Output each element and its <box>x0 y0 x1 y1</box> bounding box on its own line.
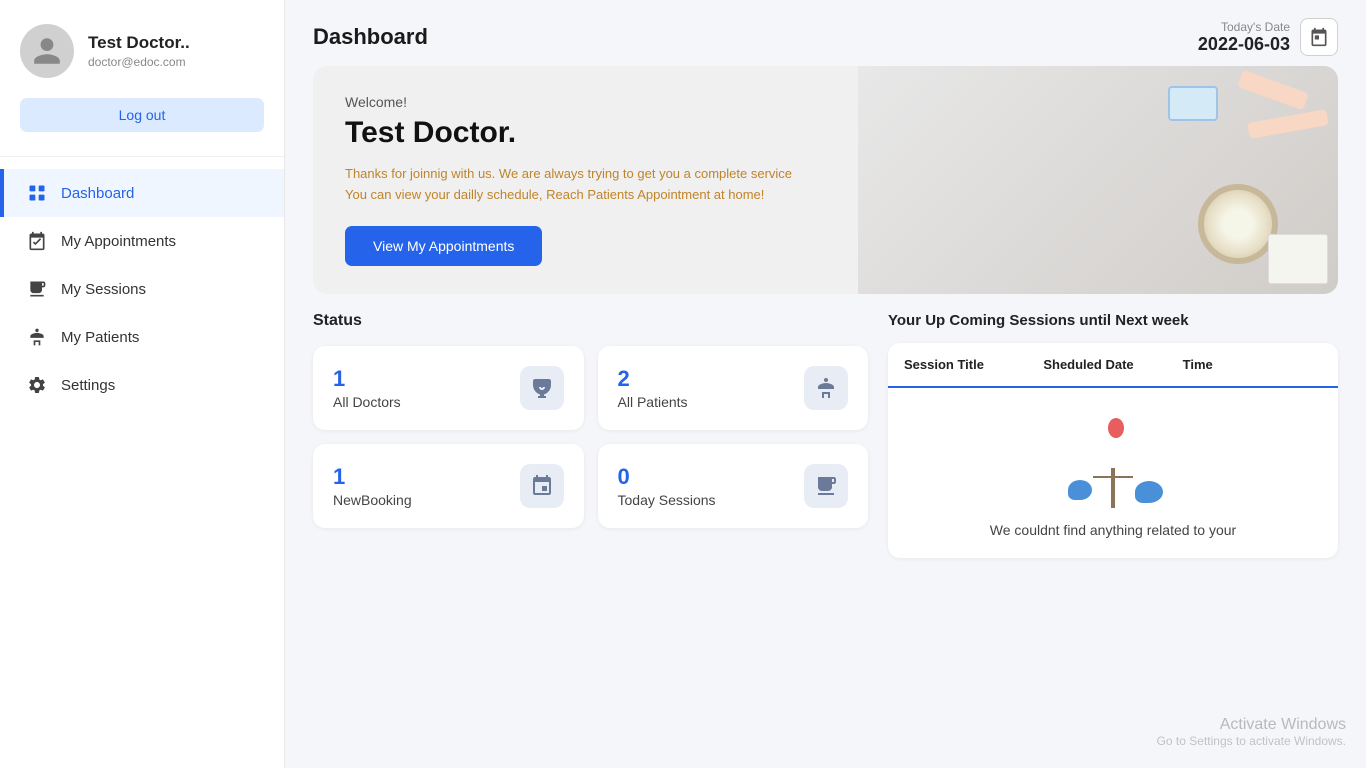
user-info: Test Doctor.. doctor@edoc.com <box>88 33 190 69</box>
supply-bandage2 <box>1247 109 1329 139</box>
status-panel: Status 1 All Doctors <box>313 312 868 748</box>
banner-welcome: Welcome! <box>345 94 826 110</box>
logout-button[interactable]: Log out <box>20 98 264 132</box>
patients-icon <box>26 326 48 348</box>
status-grid: 1 All Doctors 2 All Patients <box>313 346 868 528</box>
dashboard-icon <box>26 182 48 204</box>
status-card-patients: 2 All Patients <box>598 346 869 430</box>
session-icon-box <box>804 464 848 508</box>
supply-gauze <box>1268 234 1328 284</box>
stat-number-today-sessions: 0 <box>618 464 716 490</box>
sidebar-item-sessions[interactable]: My Sessions <box>0 265 284 313</box>
sidebar-item-label-dashboard: Dashboard <box>61 185 134 202</box>
banner-image <box>858 66 1339 294</box>
bird2 <box>1135 481 1163 503</box>
stat-number-booking: 1 <box>333 464 412 490</box>
tree-branch <box>1093 476 1133 478</box>
user-name: Test Doctor.. <box>88 33 190 53</box>
page-title: Dashboard <box>313 24 428 50</box>
sessions-panel: Your Up Coming Sessions until Next week … <box>888 312 1338 748</box>
sessions-empty-text: We couldnt find anything related to your <box>990 522 1236 538</box>
avatar <box>20 24 74 78</box>
doctor-icon <box>530 376 554 400</box>
sidebar-item-settings[interactable]: Settings <box>0 361 284 409</box>
stat-number-patients: 2 <box>618 366 688 392</box>
banner-description: Thanks for joinnig with us. We are alway… <box>345 164 826 206</box>
stat-label-doctors: All Doctors <box>333 394 401 410</box>
stat-number-doctors: 1 <box>333 366 401 392</box>
supply-bandage1 <box>1237 70 1309 111</box>
col-scheduled-date: Sheduled Date <box>1043 357 1182 372</box>
session-icon <box>814 474 838 498</box>
status-card-booking: 1 NewBooking <box>313 444 584 528</box>
sidebar-divider <box>0 156 284 157</box>
status-title: Status <box>313 312 868 330</box>
col-time: Time <box>1183 357 1322 372</box>
user-section: Test Doctor.. doctor@edoc.com <box>0 0 284 98</box>
sidebar-item-appointments[interactable]: My Appointments <box>0 217 284 265</box>
col-session-title: Session Title <box>904 357 1043 372</box>
supply-box <box>1168 86 1218 121</box>
date-label: Today's Date <box>1198 20 1290 34</box>
calendar-button[interactable] <box>1300 18 1338 56</box>
balloon <box>1108 418 1124 438</box>
empty-illustration <box>1058 418 1168 508</box>
tree-trunk <box>1111 468 1115 508</box>
banner-content: Welcome! Test Doctor. Thanks for joinnig… <box>313 66 858 294</box>
calendar-icon <box>1309 27 1329 47</box>
sidebar-item-label-appointments: My Appointments <box>61 233 176 250</box>
booking-icon <box>530 474 554 498</box>
appointments-icon <box>26 230 48 252</box>
supply-tape <box>1198 184 1278 264</box>
bottom-section: Status 1 All Doctors <box>285 312 1366 768</box>
stat-label-today-sessions: Today Sessions <box>618 492 716 508</box>
settings-icon <box>26 374 48 396</box>
bird1 <box>1068 480 1092 500</box>
sidebar-item-patients[interactable]: My Patients <box>0 313 284 361</box>
stat-label-patients: All Patients <box>618 394 688 410</box>
banner-name: Test Doctor. <box>345 116 826 150</box>
welcome-banner: Welcome! Test Doctor. Thanks for joinnig… <box>313 66 1338 294</box>
sessions-empty: We couldnt find anything related to your <box>888 388 1338 558</box>
sidebar-item-label-settings: Settings <box>61 377 115 394</box>
sidebar-item-label-sessions: My Sessions <box>61 281 146 298</box>
user-email: doctor@edoc.com <box>88 55 190 69</box>
sidebar-item-dashboard[interactable]: Dashboard <box>0 169 284 217</box>
sessions-table-header: Session Title Sheduled Date Time <box>888 343 1338 388</box>
date-value: 2022-06-03 <box>1198 34 1290 55</box>
sidebar: Test Doctor.. doctor@edoc.com Log out Da… <box>0 0 285 768</box>
sessions-table: Session Title Sheduled Date Time We coul… <box>888 343 1338 558</box>
main-header: Dashboard Today's Date 2022-06-03 <box>285 0 1366 66</box>
main-content: Dashboard Today's Date 2022-06-03 Welcom… <box>285 0 1366 768</box>
view-appointments-button[interactable]: View My Appointments <box>345 226 542 266</box>
date-area: Today's Date 2022-06-03 <box>1198 18 1338 56</box>
status-card-today-sessions: 0 Today Sessions <box>598 444 869 528</box>
sessions-icon <box>26 278 48 300</box>
booking-icon-box <box>520 464 564 508</box>
date-info: Today's Date 2022-06-03 <box>1198 20 1290 55</box>
sessions-title: Your Up Coming Sessions until Next week <box>888 312 1338 329</box>
sidebar-item-label-patients: My Patients <box>61 329 139 346</box>
stat-label-booking: NewBooking <box>333 492 412 508</box>
doctor-icon-box <box>520 366 564 410</box>
status-card-doctors: 1 All Doctors <box>313 346 584 430</box>
patient-icon-box <box>804 366 848 410</box>
patient-icon <box>814 376 838 400</box>
